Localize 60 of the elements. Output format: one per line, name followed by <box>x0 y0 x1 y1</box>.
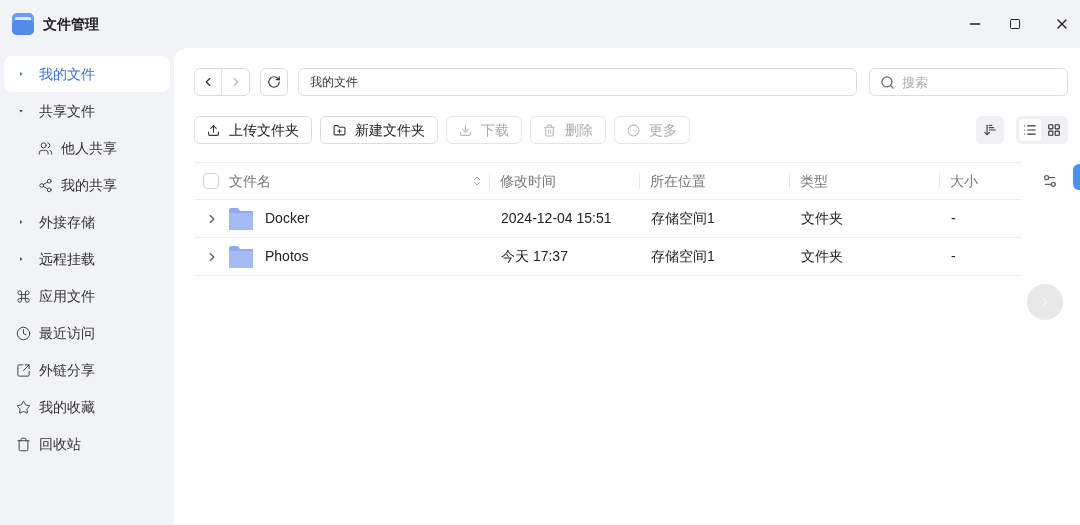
sidebar-item[interactable]: 我的共享 <box>4 167 170 203</box>
table-cell: 存储空间1 <box>651 248 715 264</box>
more-icon <box>627 123 640 137</box>
share-icon <box>38 177 53 193</box>
file-row[interactable]: Photos 今天 17:37 存储空间1 文件夹 - <box>194 238 1022 276</box>
sidebar-item[interactable]: 我的收藏 <box>4 389 170 425</box>
upload-icon <box>207 123 220 137</box>
refresh-button[interactable] <box>260 68 288 96</box>
column-header[interactable]: 修改时间 <box>500 170 556 192</box>
trash-icon <box>543 123 556 137</box>
table-cell: 2024-12-04 15:51 <box>501 210 612 226</box>
refresh-icon <box>267 75 281 89</box>
table-cell: - <box>951 210 956 226</box>
toolbar-button[interactable]: 新建文件夹 <box>320 116 438 144</box>
share-out-icon <box>16 362 31 378</box>
search-field[interactable]: 搜索 <box>869 68 1068 96</box>
file-name: Docker <box>265 209 310 228</box>
column-settings-icon[interactable] <box>1042 173 1058 189</box>
sidebar-item[interactable]: 外链分享 <box>4 352 170 388</box>
column-header[interactable]: 大小 <box>950 170 978 192</box>
folder-plus-icon <box>333 123 346 137</box>
sidebar-item[interactable]: 共享文件 <box>4 93 170 129</box>
star-icon <box>16 399 31 415</box>
folder-icon <box>228 245 254 268</box>
sidebar-item[interactable]: 他人共享 <box>4 130 170 166</box>
users-icon <box>38 140 53 156</box>
list-icon <box>1023 123 1037 137</box>
sidebar-item[interactable]: 回收站 <box>4 426 170 462</box>
sidebar-item[interactable]: 远程挂载 <box>4 241 170 277</box>
maximize-icon[interactable] <box>1009 18 1021 30</box>
file-name: Photos <box>265 247 309 266</box>
sidebar-item[interactable]: 最近访问 <box>4 315 170 351</box>
trash-icon <box>16 436 31 452</box>
clock-icon <box>16 325 31 341</box>
window-title: 文件管理 <box>43 14 99 34</box>
sort-order-icon <box>983 123 997 137</box>
sidebar-item[interactable]: 应用文件 <box>4 278 170 314</box>
sidebar-item[interactable]: 我的文件 <box>4 56 170 92</box>
download-icon <box>459 123 472 137</box>
column-header[interactable]: 所在位置 <box>650 170 706 192</box>
folder-app-icon <box>12 13 34 35</box>
column-header[interactable]: 类型 <box>800 170 828 192</box>
table-cell: 存储空间1 <box>651 210 715 226</box>
sort-button[interactable] <box>976 116 1004 144</box>
table-cell: 文件夹 <box>801 248 843 264</box>
search-icon <box>880 75 895 90</box>
sidebar-item[interactable]: 外接存储 <box>4 204 170 240</box>
toolbar-button[interactable]: 上传文件夹 <box>194 116 312 144</box>
side-tab[interactable] <box>1073 164 1080 190</box>
table-cell: - <box>951 248 956 264</box>
list-view-button[interactable] <box>1019 119 1041 141</box>
column-header[interactable]: 文件名 <box>229 170 271 192</box>
sort-icon[interactable] <box>471 175 483 187</box>
grid-icon <box>1047 123 1061 137</box>
folder-icon <box>228 207 254 230</box>
table-cell: 今天 17:37 <box>501 248 568 264</box>
table-cell: 文件夹 <box>801 210 843 226</box>
file-row[interactable]: Docker 2024-12-04 15:51 存储空间1 文件夹 - <box>194 200 1022 238</box>
select-all-checkbox[interactable] <box>203 173 219 189</box>
path-field[interactable]: 我的文件 <box>298 68 857 96</box>
